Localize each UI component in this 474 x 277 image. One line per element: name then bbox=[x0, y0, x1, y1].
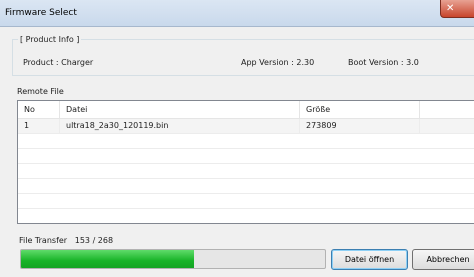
empty-row bbox=[18, 179, 474, 194]
app-version-label: App Version : 2.30 bbox=[241, 58, 315, 67]
column-header-no[interactable]: No bbox=[18, 101, 60, 118]
column-header-filler bbox=[420, 101, 474, 118]
close-icon: ✕ bbox=[446, 3, 455, 14]
file-transfer-label: File Transfer bbox=[19, 236, 68, 245]
row-no-cell: 1 bbox=[18, 119, 60, 133]
window-title: Firmware Select bbox=[5, 8, 77, 18]
empty-row bbox=[18, 194, 474, 209]
table-header: No Datei Größe bbox=[18, 101, 474, 119]
file-list-table[interactable]: No Datei Größe 1 ultra18_2a30_120119.bin… bbox=[17, 100, 474, 224]
cancel-button[interactable]: Abbrechen bbox=[412, 249, 474, 270]
open-file-button[interactable]: Datei öffnen bbox=[331, 249, 408, 270]
row-file-cell: ultra18_2a30_120119.bin bbox=[60, 119, 300, 133]
empty-row bbox=[18, 164, 474, 179]
product-label: Product : Charger bbox=[23, 58, 94, 67]
remote-file-label: Remote File bbox=[17, 87, 64, 96]
file-transfer-count: 153 / 268 bbox=[74, 236, 114, 245]
empty-row bbox=[18, 149, 474, 164]
empty-row bbox=[18, 134, 474, 149]
progress-fill bbox=[21, 250, 195, 268]
table-row[interactable]: 1 ultra18_2a30_120119.bin 273809 bbox=[18, 119, 474, 134]
row-size-cell: 273809 bbox=[300, 119, 420, 133]
transfer-progress-bar bbox=[20, 249, 326, 269]
boot-version-label: Boot Version : 3.0 bbox=[348, 58, 419, 67]
file-transfer-status: File Transfer 153 / 268 bbox=[19, 236, 113, 245]
column-header-datei[interactable]: Datei bbox=[60, 101, 300, 118]
product-info-legend: [ Product Info ] bbox=[18, 35, 82, 44]
column-header-groesse[interactable]: Größe bbox=[300, 101, 420, 118]
close-button[interactable]: ✕ bbox=[440, 0, 474, 18]
title-bar: Firmware Select ✕ bbox=[0, 0, 474, 27]
